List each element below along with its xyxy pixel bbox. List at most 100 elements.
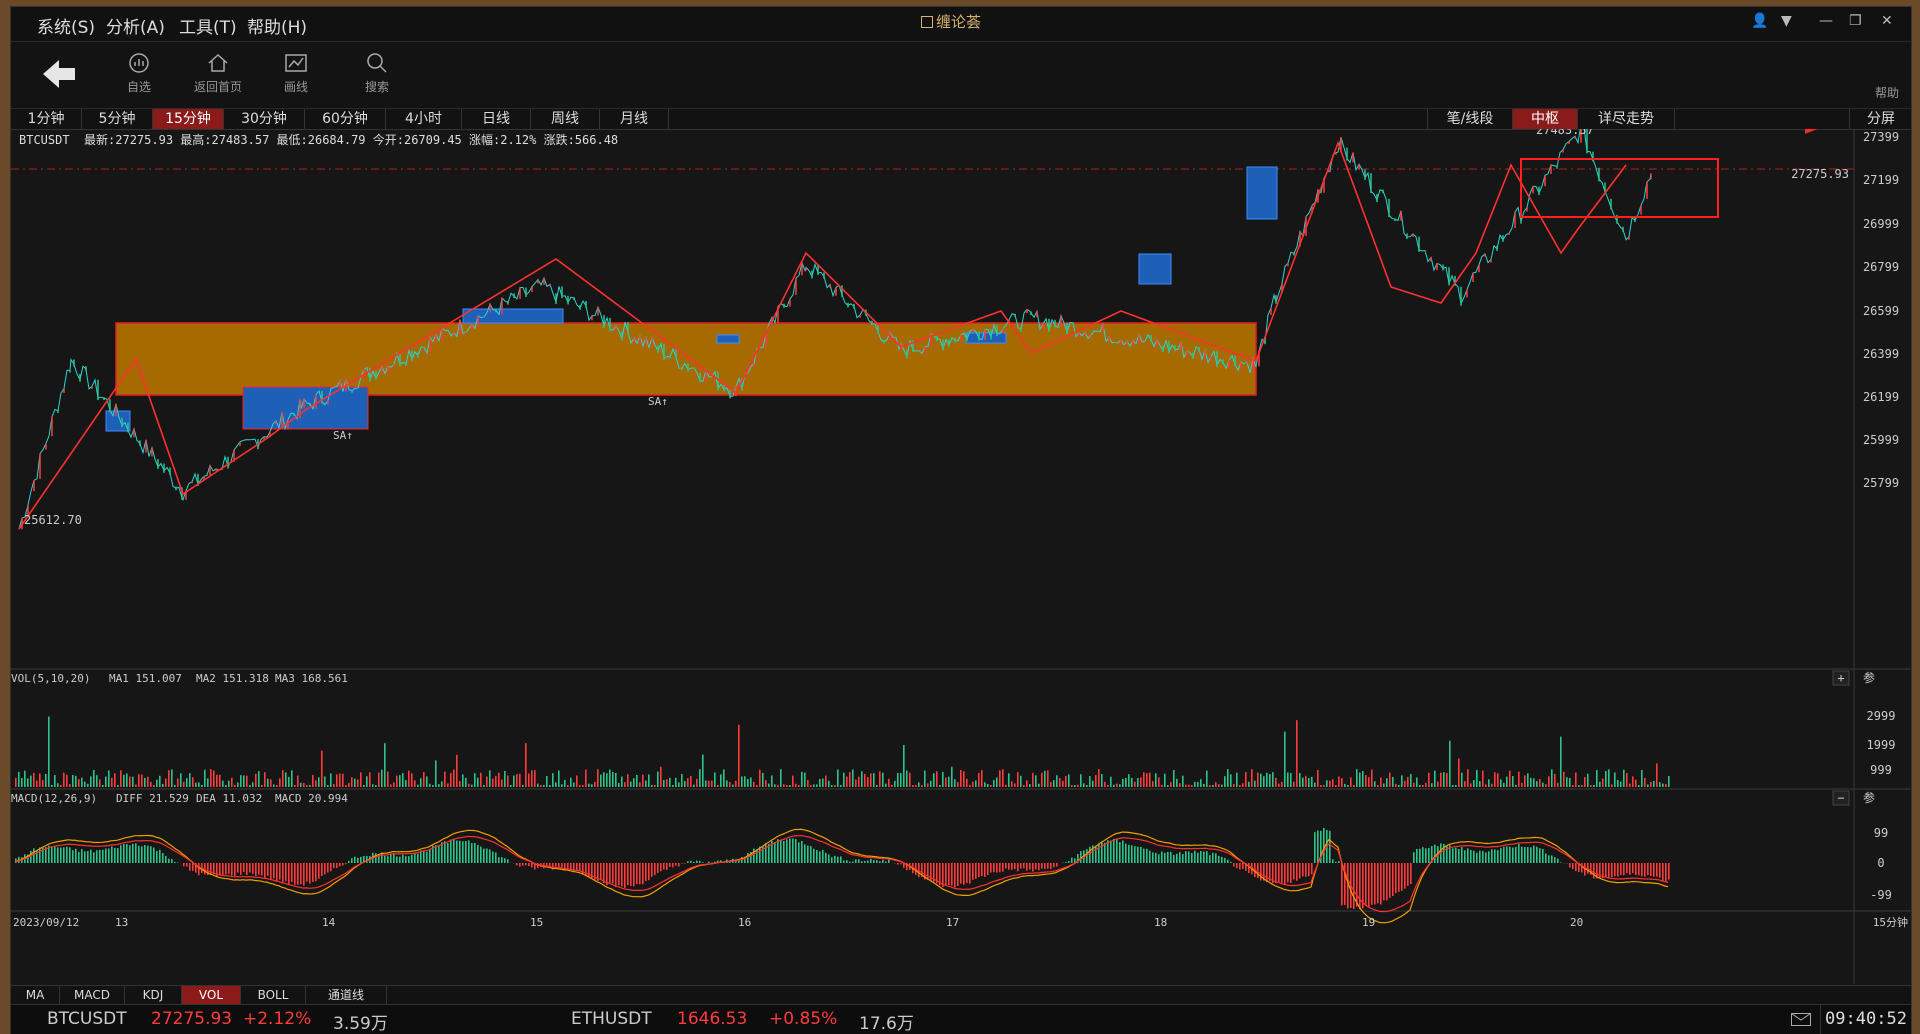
volume-bar [1344,783,1346,787]
volume-bar [48,716,50,787]
tab-pivot[interactable]: 中枢 [1512,109,1577,129]
volume-bar [1077,784,1079,787]
tab-macd[interactable]: MACD [60,986,125,1004]
volume-bar [1473,780,1475,787]
split-screen-button[interactable]: 分屏 [1849,109,1912,129]
tab-monthly[interactable]: 月线 [600,109,669,129]
mail-icon[interactable] [1791,1013,1811,1026]
tab-detail-trend[interactable]: 详尽走势 [1577,109,1675,129]
volume-bar [396,775,398,787]
tab-ma[interactable]: MA [11,986,60,1004]
volume-bar [1386,778,1388,787]
tab-daily[interactable]: 日线 [462,109,531,129]
tab-4hour[interactable]: 4小时 [386,109,462,129]
vol-params-button[interactable]: 参 [1863,670,1875,685]
y-axis-labels: 27399 27199 26999 26799 26599 26399 2619… [1863,130,1899,490]
volume-bar [1626,772,1628,787]
restore-icon[interactable]: ❐ [1849,13,1862,29]
menu-help[interactable]: 帮助(H) [247,13,307,38]
macd-bar [1143,848,1145,863]
volume-bar [1275,777,1277,787]
time-tick: 15 [530,916,543,929]
volume-bar [741,776,743,787]
macd-bar [465,841,467,863]
close-icon[interactable]: ✕ [1881,13,1893,29]
tab-channel[interactable]: 通道线 [306,986,387,1004]
volume-bar [111,777,113,787]
back-arrow-icon[interactable] [39,56,79,92]
watchlist-button[interactable]: 自选 [109,52,169,95]
macd-params-button[interactable]: 参 [1863,790,1875,805]
volume-bar [534,770,536,787]
help-link[interactable]: 帮助 [1875,84,1899,101]
volume-bar [837,769,839,787]
ticker-symbol[interactable]: BTCUSDT [47,1009,127,1029]
volume-bar [147,776,149,787]
volume-bar [543,785,545,787]
vol-title: VOL(5,10,20) [11,672,90,685]
tab-1min[interactable]: 1分钟 [11,109,82,129]
home-button[interactable]: 返回首页 [188,52,248,95]
volume-bar [246,775,248,787]
search-button[interactable]: 搜索 [347,52,407,95]
macd-bar [1329,830,1331,863]
chart-area[interactable]: 27399 27199 26999 26799 26599 26399 2619… [11,129,1911,984]
volume-bar [1323,785,1325,787]
macd-bar [1614,863,1616,877]
volume-bar [27,778,29,787]
user-icon[interactable]: 👤 [1751,13,1768,29]
volume-bar [294,785,296,787]
volume-bar [969,784,971,787]
macd-bar [1110,840,1112,863]
macd-bar [1383,863,1385,901]
menu-tools[interactable]: 工具(T) [179,13,237,38]
volume-bar [843,772,845,787]
macd-bar [1221,856,1223,863]
volume-bar [1539,779,1541,787]
minimize-icon[interactable]: — [1819,13,1833,29]
volume-bar [861,771,863,787]
volume-bar [1548,776,1550,787]
volume-bar [129,776,131,787]
volume-bar [438,784,440,787]
volume-bar [1278,783,1280,787]
tab-30min[interactable]: 30分钟 [224,109,305,129]
pivot-box[interactable] [242,386,369,430]
macd-bar [1542,848,1544,863]
macd-bar [957,863,959,887]
tab-boll[interactable]: BOLL [241,986,306,1004]
pivot-box[interactable] [1138,253,1172,285]
draw-button[interactable]: 画线 [266,52,326,95]
volume-bar [1488,779,1490,787]
tab-60min[interactable]: 60分钟 [305,109,386,129]
menu-analysis[interactable]: 分析(A) [106,13,165,38]
volume-bar [483,785,485,787]
volume-bar [717,784,719,787]
volume-bar [1455,785,1457,787]
volume-bar [573,782,575,787]
pivot-box[interactable] [1246,166,1278,220]
macd-diff-line [14,828,1669,924]
volume-bar [1239,785,1241,787]
volume-bar [252,782,254,787]
tab-weekly[interactable]: 周线 [531,109,600,129]
macd-bar [660,863,662,872]
macd-bar [399,856,401,863]
tab-5min[interactable]: 5分钟 [82,109,153,129]
tab-kdj[interactable]: KDJ [125,986,182,1004]
volume-bar [1464,781,1466,787]
tab-stroke-segment[interactable]: 笔/线段 [1427,109,1512,129]
volume-bar [858,776,860,787]
pivot-box[interactable] [716,334,740,344]
macd-bar [843,860,845,863]
macd-bar [531,863,533,868]
volume-bar [1314,782,1316,787]
ticker-symbol[interactable]: ETHUSDT [571,1009,652,1029]
tab-15min[interactable]: 15分钟 [153,109,224,129]
volume-bar [1062,780,1064,787]
menu-system[interactable]: 系统(S) [37,13,95,38]
macd-bar [168,858,170,863]
tab-vol[interactable]: VOL [182,986,241,1004]
skin-icon[interactable]: ▼ [1781,13,1792,29]
pivot-box[interactable] [965,332,1007,344]
